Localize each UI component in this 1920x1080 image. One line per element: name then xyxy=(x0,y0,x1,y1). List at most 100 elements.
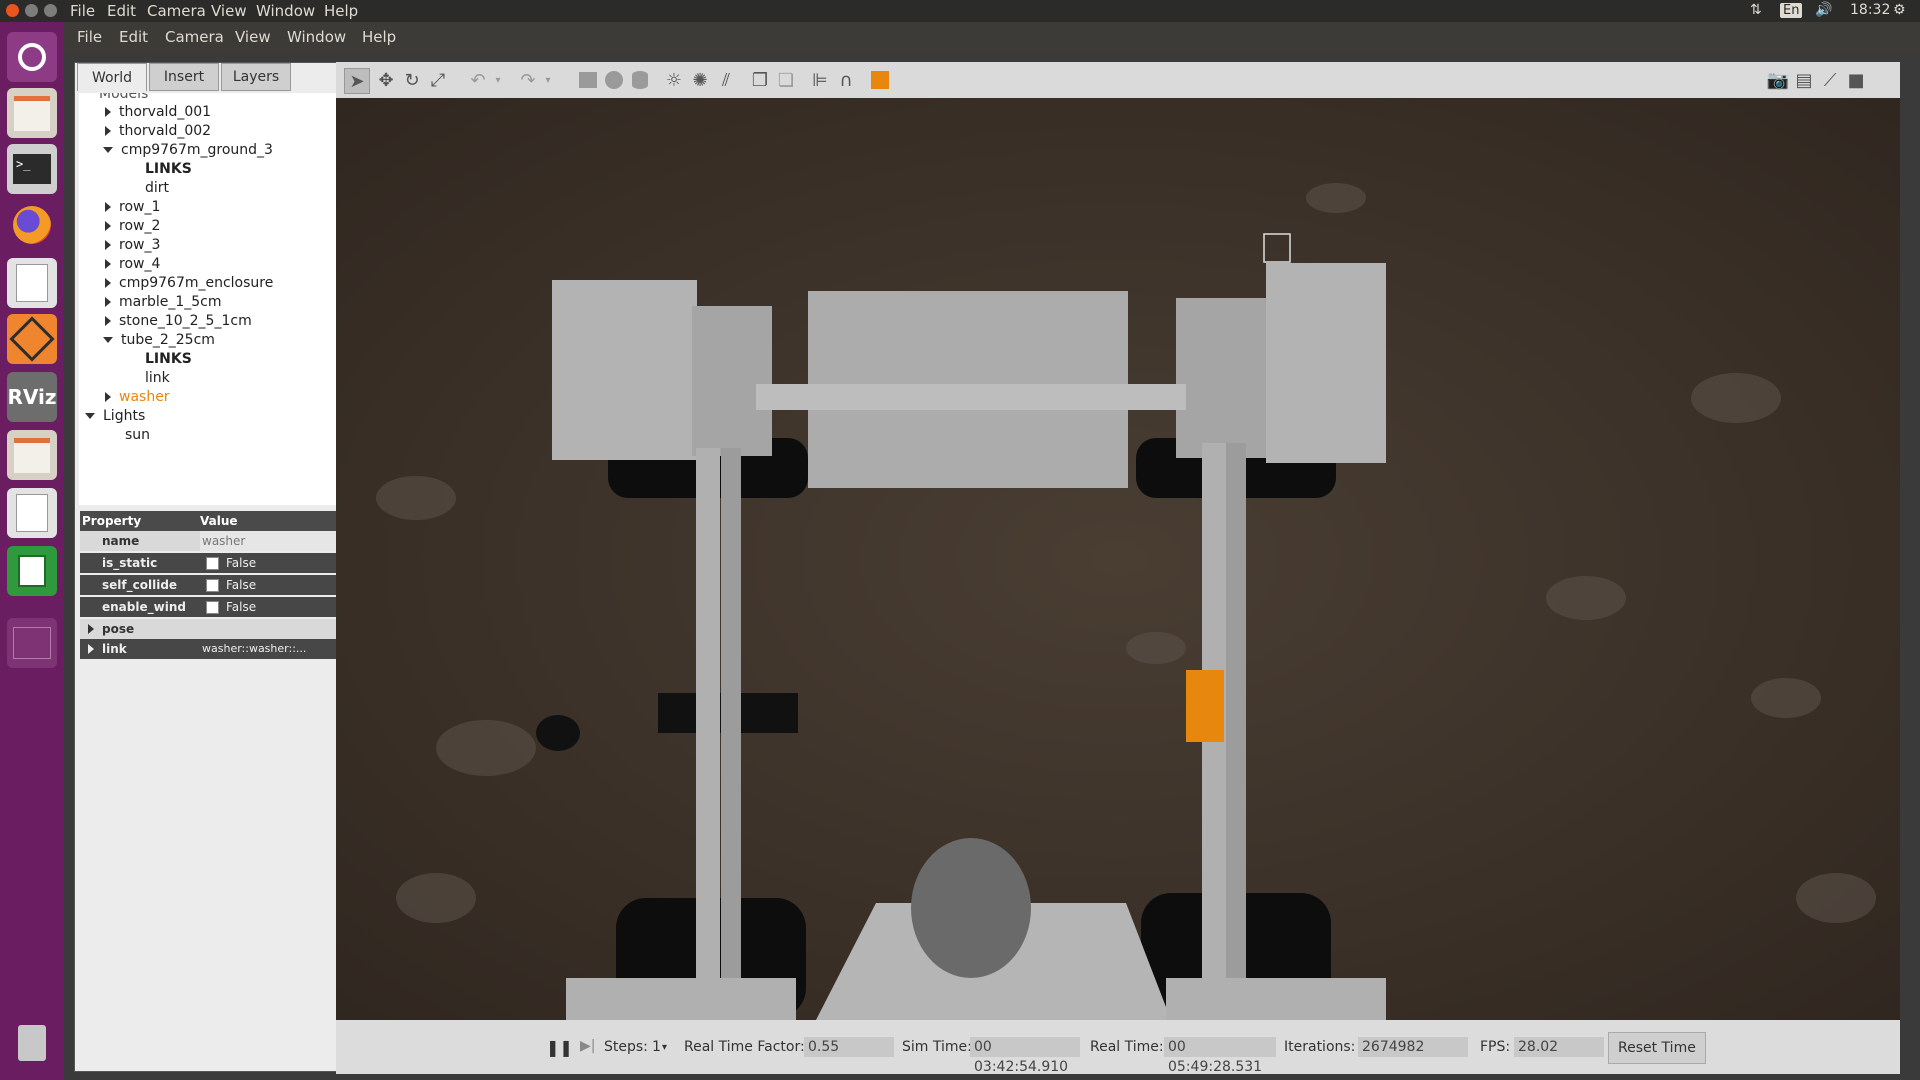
tab-insert[interactable]: Insert xyxy=(149,63,219,91)
copy-icon[interactable]: ❐ xyxy=(748,68,772,92)
tree-item-row-3[interactable]: row_3 xyxy=(105,236,160,254)
tree-item-ground[interactable]: cmp9767m_ground_3 xyxy=(103,141,273,159)
expand-arrow-icon[interactable] xyxy=(105,240,111,250)
spreadsheet-icon[interactable] xyxy=(7,546,57,596)
rviz-icon[interactable]: RViz xyxy=(7,372,57,422)
reset-time-button[interactable]: Reset Time xyxy=(1608,1032,1706,1064)
tree-item-marble[interactable]: marble_1_5cm xyxy=(105,293,222,311)
tree-item-tube[interactable]: tube_2_25cm xyxy=(103,331,215,349)
volume-icon[interactable]: 🔊 xyxy=(1815,2,1832,18)
step-icon[interactable]: ▶| xyxy=(580,1038,595,1054)
self-collide-checkbox[interactable] xyxy=(206,579,219,592)
washer-object[interactable] xyxy=(1186,670,1224,742)
directional-light-icon[interactable]: ⫽ xyxy=(714,68,738,92)
sys-menu-file[interactable]: File xyxy=(70,2,95,20)
settings-gear-icon[interactable]: ⚙ xyxy=(1893,2,1906,18)
sys-menu-window[interactable]: Window xyxy=(256,2,315,20)
point-light-icon[interactable]: ☼ xyxy=(662,68,686,92)
menu-edit[interactable]: Edit xyxy=(119,28,148,46)
redo-dropdown-icon[interactable]: ▾ xyxy=(536,68,560,92)
expand-arrow-icon[interactable] xyxy=(88,624,94,634)
tree-item-dirt[interactable]: dirt xyxy=(145,179,169,197)
spot-light-icon[interactable]: ✺ xyxy=(688,68,712,92)
translate-icon[interactable]: ✥ xyxy=(374,68,398,92)
steps-dropdown-icon[interactable]: ▾ xyxy=(662,1042,667,1053)
select-arrow-icon[interactable]: ➤ xyxy=(344,68,370,94)
view-angle-icon[interactable] xyxy=(868,68,892,92)
undo-dropdown-icon[interactable]: ▾ xyxy=(486,68,510,92)
tree-item-lights[interactable]: Lights xyxy=(85,407,145,425)
is-static-checkbox[interactable] xyxy=(206,557,219,570)
expand-arrow-icon[interactable] xyxy=(105,316,111,326)
snap-icon[interactable]: ∩ xyxy=(834,68,858,92)
align-icon[interactable]: ⊫ xyxy=(808,68,832,92)
3d-viewport[interactable] xyxy=(336,98,1900,1020)
rotate-icon[interactable]: ↻ xyxy=(400,68,424,92)
window-minimize-button[interactable] xyxy=(25,4,38,17)
window-maximize-button[interactable] xyxy=(44,4,57,17)
menu-help[interactable]: Help xyxy=(362,28,396,46)
tree-item-enclosure[interactable]: cmp9767m_enclosure xyxy=(105,274,273,292)
property-row-link[interactable]: link washer::washer::... xyxy=(80,639,380,659)
tab-layers[interactable]: Layers xyxy=(221,63,291,91)
expand-arrow-icon[interactable] xyxy=(105,107,111,117)
file-manager-icon[interactable] xyxy=(7,88,57,138)
steps-value[interactable]: 1 xyxy=(652,1039,661,1055)
tree-header-models[interactable]: Models xyxy=(99,93,148,103)
pause-icon[interactable]: ❚❚ xyxy=(546,1038,573,1057)
tree-item-row-4[interactable]: row_4 xyxy=(105,255,160,273)
property-row-pose[interactable]: pose xyxy=(80,619,380,639)
sys-menu-view[interactable]: View xyxy=(211,2,247,20)
tree-item-row-2[interactable]: row_2 xyxy=(105,217,160,235)
menu-window[interactable]: Window xyxy=(287,28,346,46)
terminal-icon[interactable]: >_ xyxy=(7,144,57,194)
sys-menu-help[interactable]: Help xyxy=(324,2,358,20)
menu-view[interactable]: View xyxy=(235,28,271,46)
tree-item-sun[interactable]: sun xyxy=(125,426,150,444)
workspace-switcher-icon[interactable] xyxy=(7,618,57,668)
expand-arrow-icon[interactable] xyxy=(105,259,111,269)
paste-icon[interactable]: ❏ xyxy=(774,68,798,92)
network-icon[interactable]: ⇅ xyxy=(1750,2,1762,18)
expand-arrow-icon[interactable] xyxy=(105,126,111,136)
expand-arrow-icon[interactable] xyxy=(105,278,111,288)
tree-item-row-1[interactable]: row_1 xyxy=(105,198,160,216)
menu-camera[interactable]: Camera xyxy=(165,28,224,46)
window-close-button[interactable] xyxy=(6,4,19,17)
screenshot-icon[interactable]: 📷 xyxy=(1766,68,1790,92)
enable-wind-checkbox[interactable] xyxy=(206,601,219,614)
gazebo-icon[interactable] xyxy=(7,314,57,364)
plot-icon[interactable]: ⟋ xyxy=(1818,68,1842,92)
expand-arrow-icon[interactable] xyxy=(105,202,111,212)
tab-world[interactable]: World xyxy=(77,63,147,91)
video-record-icon[interactable]: ■ xyxy=(1844,68,1868,92)
expand-arrow-icon[interactable] xyxy=(105,297,111,307)
sys-menu-camera[interactable]: Camera xyxy=(147,2,206,20)
text-editor-icon[interactable] xyxy=(7,258,57,308)
expand-arrow-icon[interactable] xyxy=(88,644,94,654)
tree-item-link[interactable]: link xyxy=(145,369,170,387)
expand-arrow-icon[interactable] xyxy=(105,221,111,231)
firefox-icon[interactable] xyxy=(7,200,57,250)
menu-file[interactable]: File xyxy=(77,28,102,46)
cylinder-shape-icon[interactable] xyxy=(628,68,652,92)
box-shape-icon[interactable] xyxy=(576,68,600,92)
log-icon[interactable]: ▤ xyxy=(1792,68,1816,92)
sphere-shape-icon[interactable] xyxy=(602,68,626,92)
clock[interactable]: 18:32 xyxy=(1850,2,1890,18)
scale-icon[interactable]: ⤢ xyxy=(426,68,450,92)
sys-menu-edit[interactable]: Edit xyxy=(107,2,136,20)
tree-item-thorvald-002[interactable]: thorvald_002 xyxy=(105,122,211,140)
keyboard-icon[interactable]: En xyxy=(1780,3,1803,18)
tree-item-washer[interactable]: washer xyxy=(105,388,170,406)
expand-arrow-icon[interactable] xyxy=(105,392,111,402)
text-editor-icon-2[interactable] xyxy=(7,488,57,538)
tree-item-stone[interactable]: stone_10_2_5_1cm xyxy=(105,312,252,330)
ubuntu-dash-icon[interactable] xyxy=(7,32,57,82)
collapse-arrow-icon[interactable] xyxy=(85,413,95,419)
tree-item-thorvald-001[interactable]: thorvald_001 xyxy=(105,103,211,121)
file-manager-icon-2[interactable] xyxy=(7,430,57,480)
collapse-arrow-icon[interactable] xyxy=(103,147,113,153)
trash-icon[interactable] xyxy=(7,1018,57,1068)
collapse-arrow-icon[interactable] xyxy=(103,337,113,343)
